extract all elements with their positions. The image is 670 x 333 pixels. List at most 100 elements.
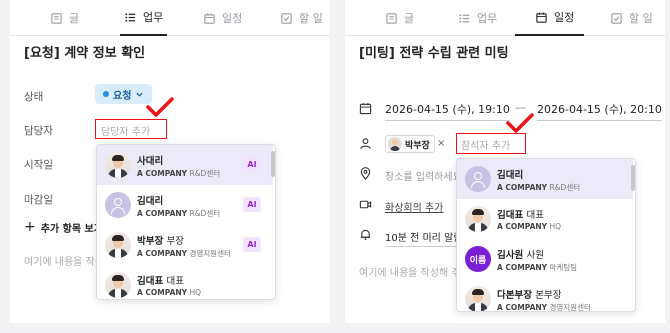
tab-label: 할 일 [299, 12, 323, 25]
list-item[interactable]: 김대리 A COMPANY R&D센터 [457, 159, 633, 199]
avatar [465, 206, 491, 232]
tab-schedule[interactable]: 일정 [203, 0, 242, 36]
attendee-input[interactable]: 참석자 추가 [456, 133, 526, 154]
tab-label: 일정 [554, 11, 575, 24]
person-icon [360, 138, 371, 149]
end-datetime-field[interactable]: 2026-04-15 (수), 20:10 [537, 101, 662, 121]
attendee-name: 박부장 [405, 140, 430, 151]
tab-schedule[interactable]: 일정 [515, 0, 585, 36]
tab-label: 일정 [222, 12, 243, 25]
calendar-icon [359, 102, 372, 115]
list-item[interactable]: 사대리 A COMPANY R&D센터 AI [97, 145, 273, 185]
location-input[interactable]: 장소를 입력하세요 [385, 168, 462, 183]
member-company: A COMPANY [137, 169, 188, 178]
member-position: 본부장 [535, 290, 562, 301]
member-name: 김대리 [137, 196, 164, 207]
scrollbar[interactable] [631, 165, 635, 191]
member-company: A COMPANY [497, 183, 548, 192]
list-icon [125, 12, 136, 22]
tab-label: 할 일 [629, 12, 653, 25]
scrollbar[interactable] [271, 151, 275, 177]
add-video-meeting-link[interactable]: 화상회의 추가 [385, 199, 443, 214]
remove-attendee-close-icon[interactable]: × [437, 138, 445, 149]
avatar [465, 286, 491, 311]
due-date-label: 마감일 [24, 194, 53, 206]
member-name: 김대표 [137, 276, 164, 287]
avatar [465, 166, 491, 192]
member-company: A COMPANY [497, 222, 548, 231]
avatar [105, 192, 131, 218]
tab-bar: 글 업무 일정 할 일 [10, 0, 330, 36]
member-name: 김대표 [497, 210, 524, 221]
member-name: 김대리 [497, 170, 524, 181]
checkmark-annotation-icon [506, 113, 534, 133]
tab-todo[interactable]: 할 일 [610, 0, 653, 36]
member-dept: R&D센터 [189, 169, 221, 178]
avatar [105, 152, 131, 178]
member-position: 사원 [526, 250, 545, 261]
list-icon [459, 13, 470, 23]
list-item[interactable]: 김대리 A COMPANY R&D센터 AI [97, 185, 273, 225]
content-editor[interactable]: 여기에 내용을 작성해 주세 [359, 264, 470, 279]
calendar-icon [204, 12, 215, 24]
tab-label: 글 [69, 12, 80, 25]
member-dept: 경영지원센터 [549, 303, 591, 312]
status-dropdown[interactable]: 요청 [95, 84, 153, 104]
start-datetime-field[interactable]: 2026-04-15 (수), 19:10 [385, 101, 510, 121]
member-dept: 경영지원센터 [189, 249, 231, 258]
list-item[interactable]: 김대표 대표 A COMPANY HQ [97, 265, 273, 299]
member-name: 다본부장 [497, 290, 532, 301]
member-company: A COMPANY [137, 288, 188, 297]
plus-icon: + [24, 219, 36, 235]
member-position: 대표 [526, 210, 545, 221]
tab-post[interactable]: 글 [50, 0, 79, 36]
calendar-icon [536, 11, 547, 23]
list-item[interactable]: 다본부장 본부장 A COMPANY 경영지원센터 [457, 279, 633, 312]
tab-post[interactable]: 글 [385, 0, 414, 36]
member-position: 부장 [166, 236, 185, 247]
attendee-chip: 박부장 [385, 135, 435, 153]
location-pin-icon [360, 167, 371, 180]
assignee-input[interactable]: 담당자 추가 [95, 119, 167, 139]
video-camera-icon [359, 200, 372, 209]
start-date-label: 시작일 [24, 159, 53, 171]
document-icon [386, 12, 397, 24]
ai-badge: AI [243, 157, 261, 172]
attendee-suggestion-list: 김대리 A COMPANY R&D센터 김대표 대표 A COMPANY HQ … [456, 158, 636, 312]
avatar [388, 137, 402, 151]
member-company: A COMPANY [497, 263, 548, 272]
tab-bar: 글 업무 일정 할 일 [345, 0, 665, 36]
assignee-suggestion-list: 사대리 A COMPANY R&D센터 AI 김대리 A COMPANY R&D… [96, 144, 276, 300]
member-name: 박부장 [137, 236, 164, 247]
reminder-select[interactable]: 10분 전 미리 알림 [385, 229, 463, 247]
document-icon [51, 12, 62, 24]
page-title: [미팅] 전략 수립 관련 미팅 [359, 46, 509, 61]
checkmark-annotation-icon [146, 97, 174, 117]
member-name: 사대리 [137, 156, 164, 167]
list-item[interactable]: 이름 김사원 사원 A COMPANY 마케팅팀 [457, 239, 633, 279]
member-dept: HQ [189, 288, 202, 297]
show-more-label: 추가 항목 보기 [40, 223, 103, 235]
status-label: 상태 [24, 91, 44, 103]
member-company: A COMPANY [137, 249, 188, 258]
show-more-fields-button[interactable]: + 추가 항목 보기 [24, 219, 103, 235]
tab-label: 업무 [143, 11, 164, 24]
tab-todo[interactable]: 할 일 [280, 0, 323, 36]
ai-badge: AI [243, 197, 261, 212]
tab-task[interactable]: 업무 [120, 0, 168, 36]
list-item[interactable]: 박부장 부장 A COMPANY 경영지원센터 AI [97, 225, 273, 265]
ai-badge: AI [243, 237, 261, 252]
status-dot-icon [103, 91, 109, 97]
list-item[interactable]: 김대표 대표 A COMPANY HQ [457, 199, 633, 239]
tab-task[interactable]: 업무 [458, 0, 497, 36]
page-title: [요청] 계약 정보 확인 [24, 46, 146, 61]
member-position: 대표 [166, 276, 185, 287]
task-panel: 글 업무 일정 할 일 [요청] 계약 정보 확인 상태 요청 담당자 담당자 … [10, 0, 330, 323]
content-editor[interactable]: 여기에 내용을 작성 [24, 253, 104, 268]
member-dept: R&D센터 [549, 183, 581, 192]
tab-label: 글 [404, 12, 415, 25]
assignee-label: 담당자 [24, 125, 53, 137]
checkbox-icon [611, 12, 622, 24]
member-company: A COMPANY [497, 303, 548, 312]
member-dept: R&D센터 [189, 209, 221, 218]
